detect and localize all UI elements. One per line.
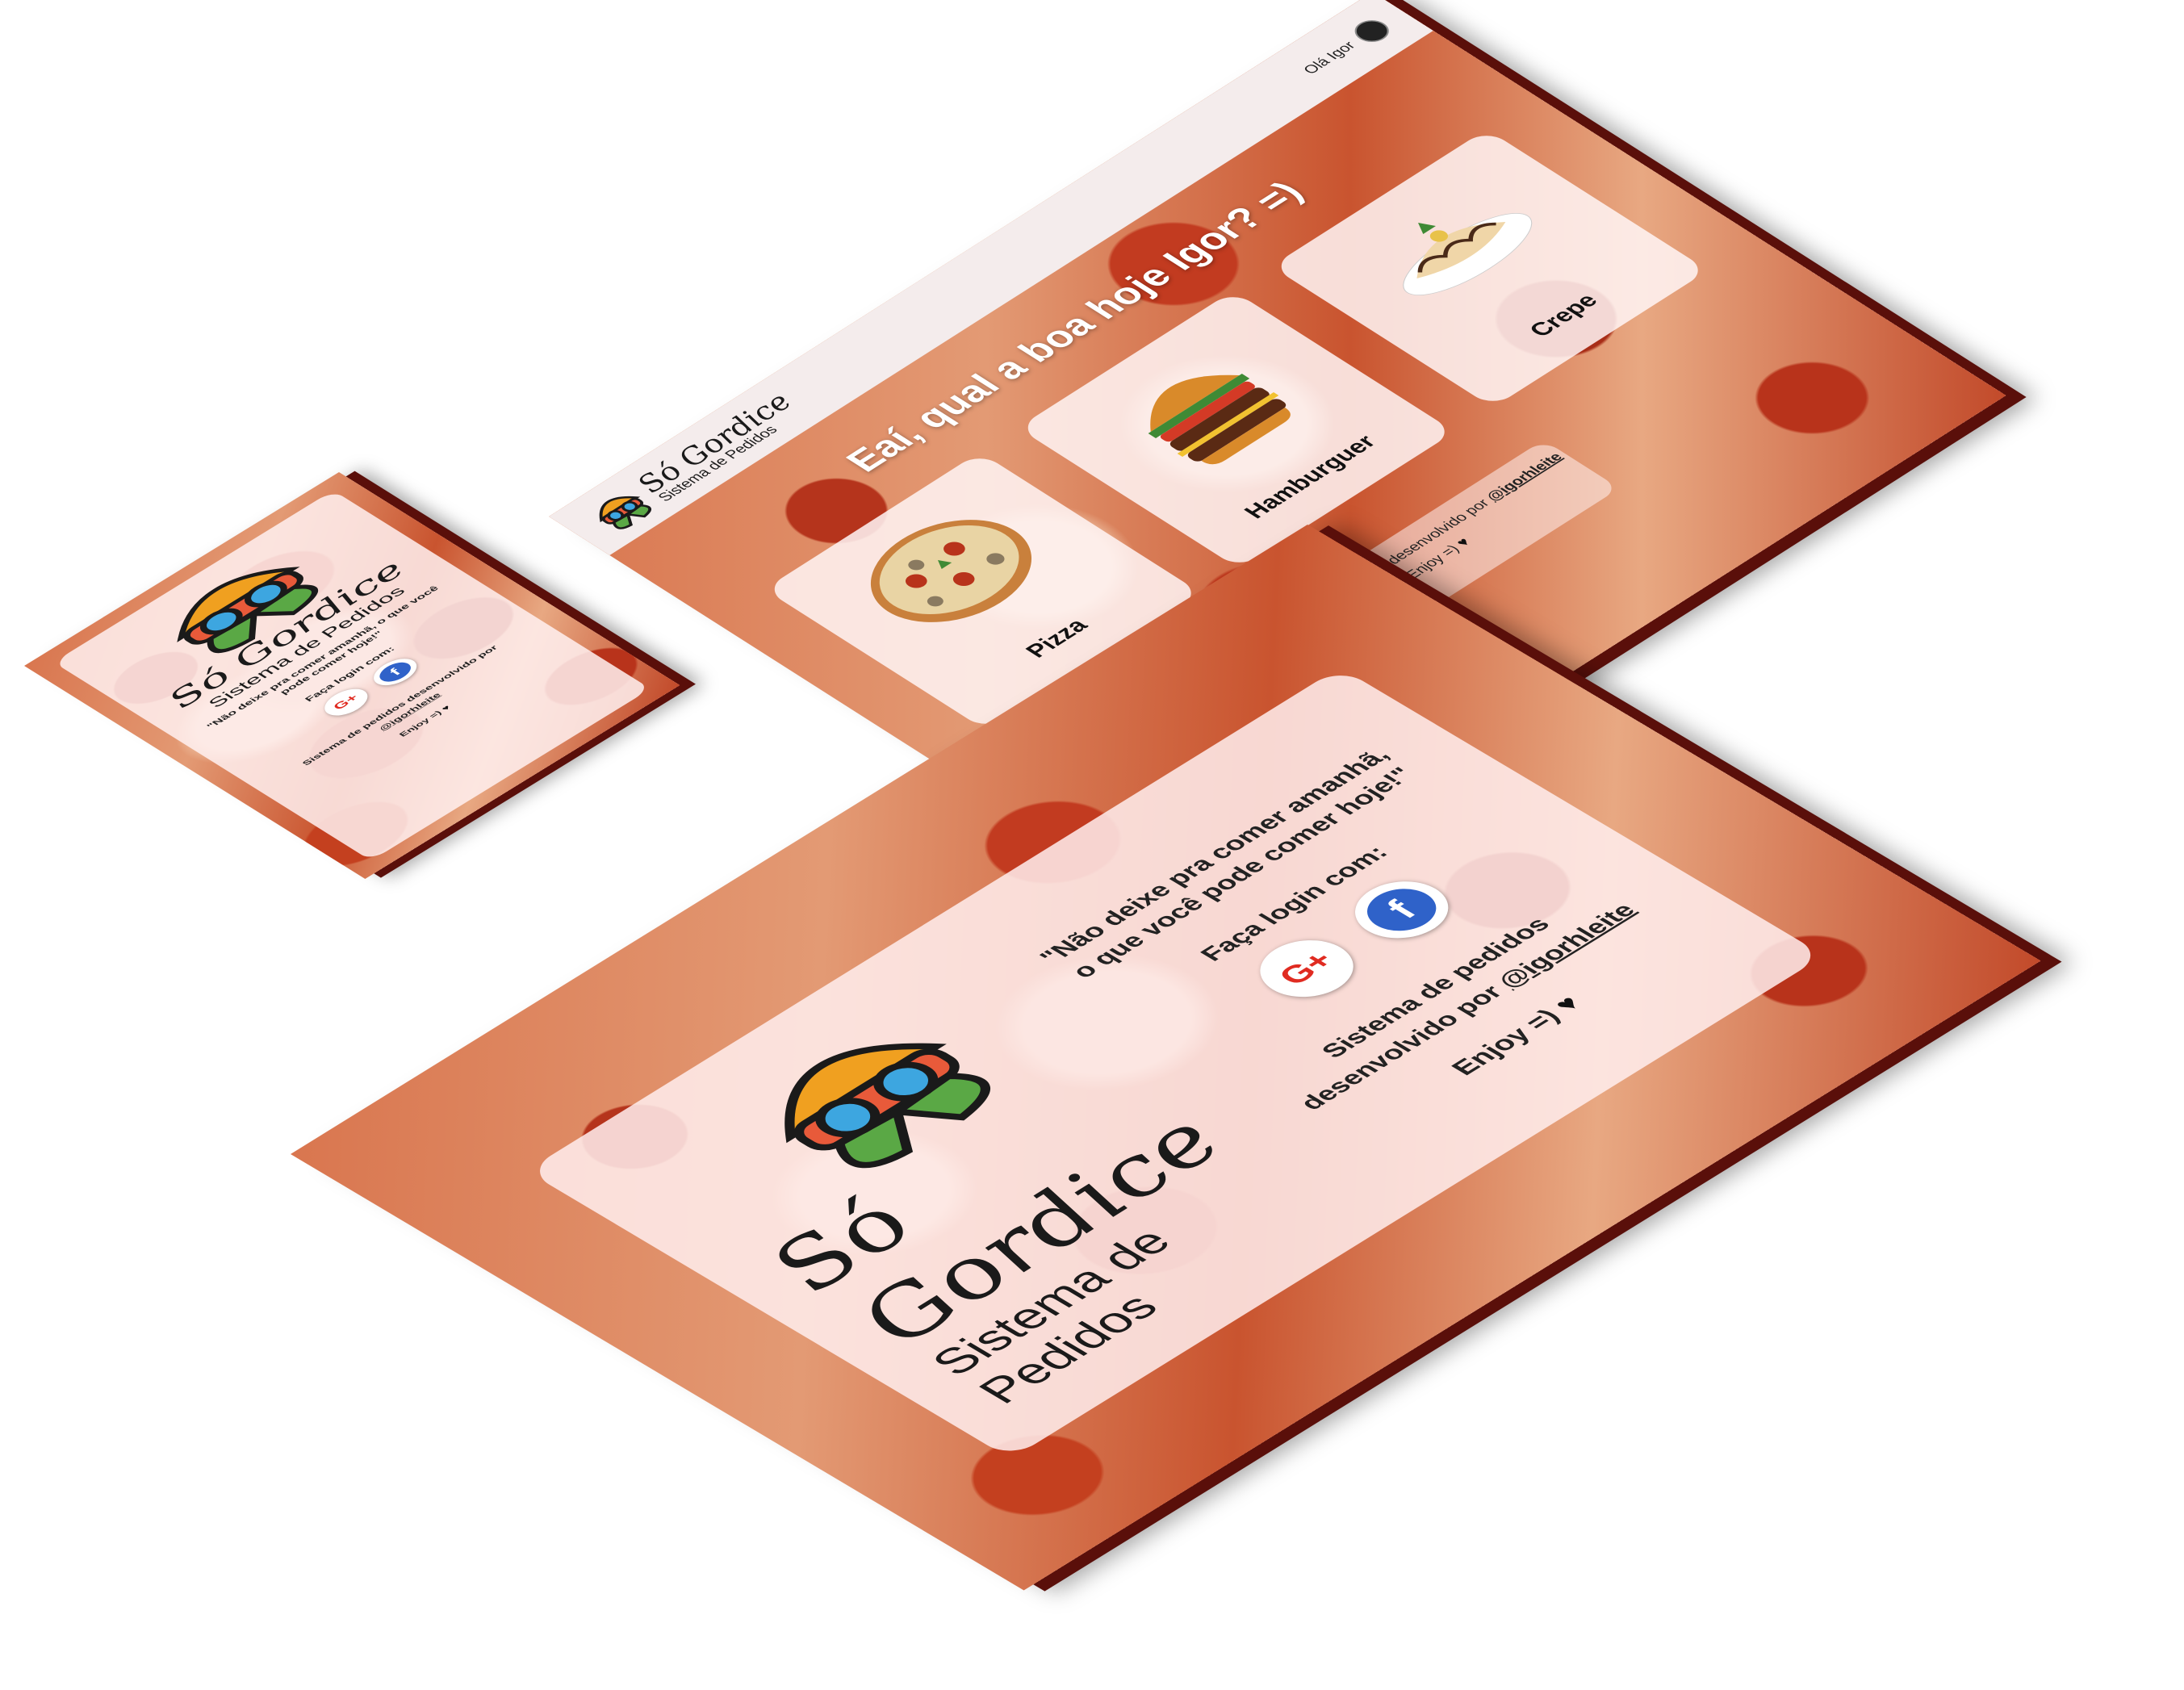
facebook-login-button[interactable]: f	[1336, 869, 1468, 950]
login-panel: Só Gordice Sistema de Pedidos "Não deixe…	[525, 667, 1825, 1459]
hamburger-icon	[1148, 374, 1291, 465]
google-icon: G+	[330, 692, 362, 712]
user-menu[interactable]: Olá Igor	[1295, 15, 1396, 81]
login-panel: Só Gordice Sistema de Pedidos "Não deixe…	[53, 490, 651, 861]
heart-icon: ♥	[440, 704, 453, 713]
card-label: Pizza	[1019, 614, 1094, 662]
pizza-icon	[870, 520, 1032, 622]
card-label: Hamburguer	[1237, 430, 1382, 523]
google-login-button[interactable]: G+	[1241, 928, 1373, 1009]
brand-name: Só Gordice	[629, 388, 801, 498]
crepe-icon	[1403, 213, 1533, 295]
heart-icon: ♥	[1546, 991, 1588, 1016]
google-icon: G+	[1270, 946, 1343, 991]
avatar[interactable]	[1347, 15, 1396, 47]
user-greeting: Olá Igor	[1299, 39, 1359, 77]
facebook-icon: f	[1353, 880, 1451, 940]
card-label: Crepe	[1523, 289, 1604, 341]
facebook-icon: f	[374, 659, 417, 686]
heart-icon: ♥	[1453, 535, 1475, 550]
